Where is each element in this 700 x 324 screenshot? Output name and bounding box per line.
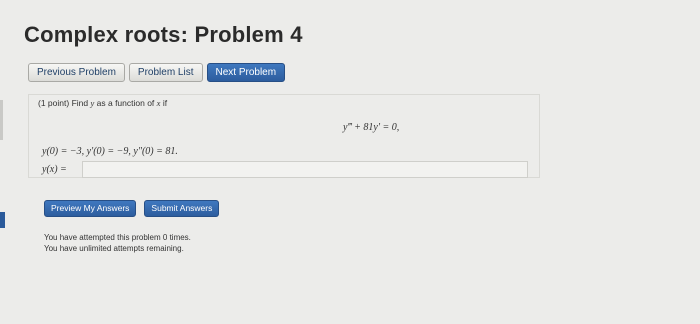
page-title: Complex roots: Problem 4 xyxy=(24,22,303,47)
problem-navigation: Previous Problem Problem List Next Probl… xyxy=(28,63,286,82)
previous-problem-button[interactable]: Previous Problem xyxy=(28,63,125,82)
prompt-text-function: as a function of xyxy=(96,98,155,108)
next-problem-button[interactable]: Next Problem xyxy=(206,63,286,82)
sidebar-edge xyxy=(0,100,3,140)
submit-answers-button[interactable]: Submit Answers xyxy=(144,200,220,217)
answer-input[interactable] xyxy=(82,161,528,178)
differential-equation: y‴ + 81y′ = 0, xyxy=(343,122,400,133)
prompt-var-x: x xyxy=(156,98,161,108)
attempts-remaining-text: You have unlimited attempts remaining. xyxy=(44,244,184,253)
prompt-text-find: Find xyxy=(71,98,89,108)
points-label: (1 point) xyxy=(38,98,70,108)
preview-answers-button[interactable]: Preview My Answers xyxy=(44,200,137,217)
problem-prompt: (1 point) Find y as a function of x if xyxy=(38,98,167,108)
answer-actions: Preview My Answers Submit Answers xyxy=(44,200,220,217)
prompt-var-y: y xyxy=(90,98,95,108)
sidebar-active-marker xyxy=(0,212,5,228)
answer-label: y(x) = xyxy=(42,164,67,175)
attempt-status: You have attempted this problem 0 times.… xyxy=(44,232,191,254)
prompt-text-if: if xyxy=(162,98,168,108)
initial-conditions: y(0) = −3, y′(0) = −9, y″(0) = 81. xyxy=(42,146,178,157)
attempts-count-text: You have attempted this problem 0 times. xyxy=(44,233,191,242)
problem-list-button[interactable]: Problem List xyxy=(128,63,203,82)
